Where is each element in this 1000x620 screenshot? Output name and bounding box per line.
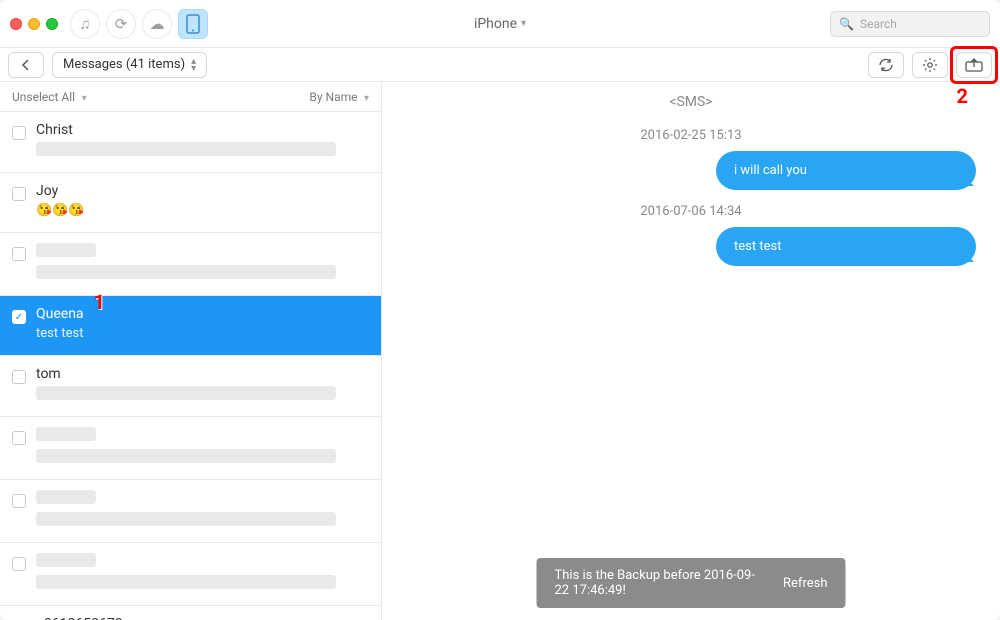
search-input[interactable]: 🔍 Search <box>830 11 990 37</box>
category-dropdown[interactable]: Messages (41 items) ▴▾ <box>52 52 207 78</box>
contact-name: Joy <box>36 183 369 199</box>
list-item[interactable]: Joy 😘😘😘 <box>0 173 381 233</box>
music-library-button[interactable]: ♫ <box>70 9 100 39</box>
message-preview <box>36 512 369 530</box>
checkbox[interactable] <box>12 431 26 445</box>
day-stamp: 2016-02-25 15:13 <box>382 128 1000 143</box>
back-button[interactable] <box>8 52 44 78</box>
message-preview <box>36 449 369 467</box>
search-icon: 🔍 <box>839 17 854 31</box>
backup-notice-bar: This is the Backup before 2016-09-22 17:… <box>537 558 846 608</box>
checkbox[interactable] <box>12 126 26 140</box>
checkbox[interactable] <box>12 370 26 384</box>
sync-icon <box>878 58 894 72</box>
thread-body: 2016-02-25 15:13 i will call you 2016-07-0… <box>382 114 1000 272</box>
conversation-list[interactable]: Christ Joy 😘😘😘 ✓ Queena test test 1 tom +8610658… <box>0 112 381 620</box>
message-preview: 😘😘😘 <box>36 203 369 218</box>
content-area: Unselect All ▾ By Name ▾ Christ Joy 😘😘😘 ✓ Qu… <box>0 82 1000 620</box>
refresh-link[interactable]: Refresh <box>783 576 827 591</box>
refresh-button[interactable] <box>868 52 904 78</box>
chevron-down-icon: ▾ <box>362 93 370 104</box>
unselect-all-button[interactable]: Unselect All ▾ <box>12 90 87 104</box>
list-item[interactable]: ✓Queenatest test1 <box>0 296 381 356</box>
device-title: iPhone <box>474 16 517 32</box>
message-preview <box>36 386 369 404</box>
message-bubble: test test <box>716 227 976 266</box>
contact-name <box>36 553 369 571</box>
contact-name: +8610658678 <box>36 616 369 620</box>
message-bubble: i will call you <box>716 151 976 190</box>
list-item[interactable] <box>0 543 381 606</box>
close-icon[interactable] <box>10 18 22 30</box>
contact-name <box>36 243 369 261</box>
cloud-button[interactable]: ☁ <box>142 9 172 39</box>
list-item[interactable]: Christ <box>0 112 381 173</box>
contact-name <box>36 427 369 445</box>
backup-notice-text: This is the Backup before 2016-09-22 17:… <box>555 568 766 598</box>
gear-icon <box>922 57 938 73</box>
message-preview <box>36 142 369 160</box>
thread-title: <SMS> <box>382 82 1000 114</box>
device-button[interactable] <box>178 9 208 39</box>
app-window: ♫ ⟳ ☁ iPhone ▾ 🔍 Search Messages (41 ite… <box>0 0 1000 620</box>
search-placeholder: Search <box>860 17 897 31</box>
chevron-down-icon: ▾ <box>521 18 526 29</box>
checkbox[interactable] <box>12 494 26 508</box>
sort-dropdown[interactable]: By Name ▾ <box>309 90 369 104</box>
list-item[interactable]: tom <box>0 356 381 417</box>
checkbox[interactable] <box>12 557 26 571</box>
list-item[interactable] <box>0 233 381 296</box>
contact-name: Queena <box>36 306 369 322</box>
contact-name: Christ <box>36 122 369 138</box>
device-title-dropdown[interactable]: iPhone ▾ <box>474 16 526 32</box>
list-header: Unselect All ▾ By Name ▾ <box>0 82 381 112</box>
day-stamp: 2016-07-06 14:34 <box>382 204 1000 219</box>
contact-name <box>36 490 369 508</box>
contact-name: tom <box>36 366 369 382</box>
checkbox[interactable] <box>12 247 26 261</box>
export-icon <box>965 58 983 72</box>
checkbox[interactable] <box>12 187 26 201</box>
titlebar: ♫ ⟳ ☁ iPhone ▾ 🔍 Search <box>0 0 1000 48</box>
annotation-number-1: 1 <box>94 290 105 314</box>
conversation-sidebar: Unselect All ▾ By Name ▾ Christ Joy 😘😘😘 ✓ Qu… <box>0 82 382 620</box>
export-button[interactable] <box>956 52 992 78</box>
category-label: Messages (41 items) <box>63 57 185 72</box>
message-preview <box>36 265 369 283</box>
message-preview: test test <box>36 326 369 341</box>
traffic-lights <box>10 18 58 30</box>
list-item[interactable]: +8610658678 <box>0 606 381 620</box>
stepper-icon: ▴▾ <box>191 58 196 72</box>
settings-button[interactable] <box>912 52 948 78</box>
zoom-icon[interactable] <box>46 18 58 30</box>
list-item[interactable] <box>0 480 381 543</box>
history-button[interactable]: ⟳ <box>106 9 136 39</box>
list-item[interactable] <box>0 417 381 480</box>
chevron-left-icon <box>21 59 31 71</box>
secondary-bar: Messages (41 items) ▴▾ <box>0 48 1000 82</box>
export-button-wrap <box>956 52 992 78</box>
minimize-icon[interactable] <box>28 18 40 30</box>
message-preview <box>36 575 369 593</box>
phone-icon <box>186 14 200 34</box>
message-thread: <SMS> 2016-02-25 15:13i will call you201… <box>382 82 1000 620</box>
chevron-down-icon: ▾ <box>79 93 87 104</box>
checkbox[interactable]: ✓ <box>12 310 26 324</box>
